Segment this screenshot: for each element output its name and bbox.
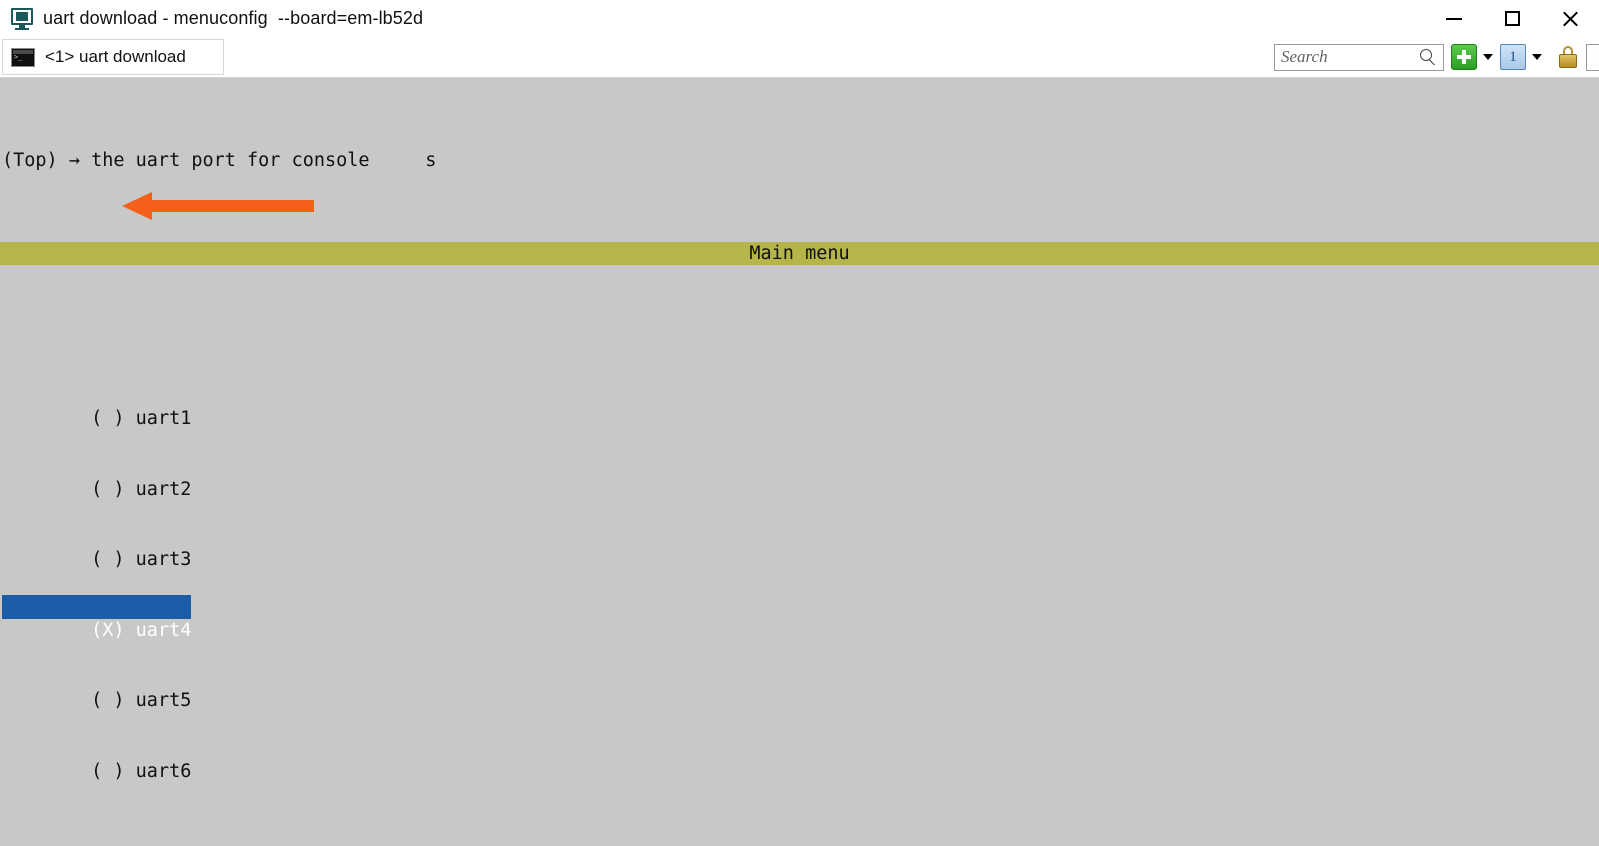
menu-item-marker: (X) [91,620,124,641]
console-icon [11,48,35,67]
menu-item-uart1[interactable]: ( ) uart1 [2,384,191,408]
chevron-down-icon[interactable] [1532,54,1542,60]
menu-item-marker: ( ) [91,690,124,711]
tab-label: <1> uart download [45,47,186,67]
window-number-icon: 1 [1500,44,1526,70]
minimize-icon [1446,18,1462,20]
close-icon [1562,11,1578,27]
menu-item-marker: ( ) [91,761,124,782]
menu-item-marker: ( ) [91,408,124,429]
window-controls [1425,0,1599,37]
menu-item-marker: ( ) [91,479,124,500]
tab-strip: <1> uart download Search 1 [0,37,1599,78]
title-bar: uart download - menuconfig --board=em-lb… [0,0,1599,37]
menuconfig-terminal: (Top) → the uart port for console s Main… [0,78,1599,846]
menu-item-label: uart1 [136,408,192,429]
overflow-button[interactable] [1586,44,1599,71]
menu-item-uart4[interactable]: (X) uart4 [2,595,191,619]
menu-title-bar: Main menu [0,242,1599,265]
minimize-button[interactable] [1425,0,1483,37]
toolbar: Search 1 [1274,37,1599,77]
menu-item-gap [125,620,136,641]
menu-item-gap [125,690,136,711]
application-window: uart download - menuconfig --board=em-lb… [0,0,1599,846]
search-input[interactable]: Search [1274,44,1444,71]
chevron-down-icon[interactable] [1483,54,1493,60]
menu-item-uart5[interactable]: ( ) uart5 [2,666,191,690]
menu-item-uart3[interactable]: ( ) uart3 [2,525,191,549]
menu-item-gap [125,479,136,500]
lock-icon [1558,45,1578,69]
maximize-button[interactable] [1483,0,1541,37]
tab-uart-download[interactable]: <1> uart download [2,39,224,75]
menu-item-gap [125,761,136,782]
menu-item-marker: ( ) [91,549,124,570]
menu-item-label: uart5 [136,690,192,711]
menu-item-gap [125,408,136,429]
lock-button[interactable] [1549,45,1578,69]
menu-list: ( ) uart1 ( ) uart2 ( ) uart3 (X) uart4 … [0,336,1599,807]
menu-item-label: uart4 [136,620,192,641]
menu-item-label: uart6 [136,761,192,782]
menu-item-label: uart2 [136,479,192,500]
close-button[interactable] [1541,0,1599,37]
window-list-button[interactable]: 1 [1500,44,1542,70]
app-monitor-e-icon [11,8,33,30]
menu-item-uart6[interactable]: ( ) uart6 [2,736,191,760]
menu-item-label: uart3 [136,549,192,570]
green-plus-icon [1451,44,1477,70]
menu-item-gap [125,549,136,570]
maximize-icon [1505,11,1520,26]
search-icon[interactable] [1420,49,1438,67]
menu-item-uart2[interactable]: ( ) uart2 [2,454,191,478]
new-tab-button[interactable] [1451,44,1493,70]
breadcrumb: (Top) → the uart port for console s [0,149,1599,172]
search-placeholder: Search [1281,47,1328,67]
window-title: uart download - menuconfig --board=em-lb… [43,8,423,29]
